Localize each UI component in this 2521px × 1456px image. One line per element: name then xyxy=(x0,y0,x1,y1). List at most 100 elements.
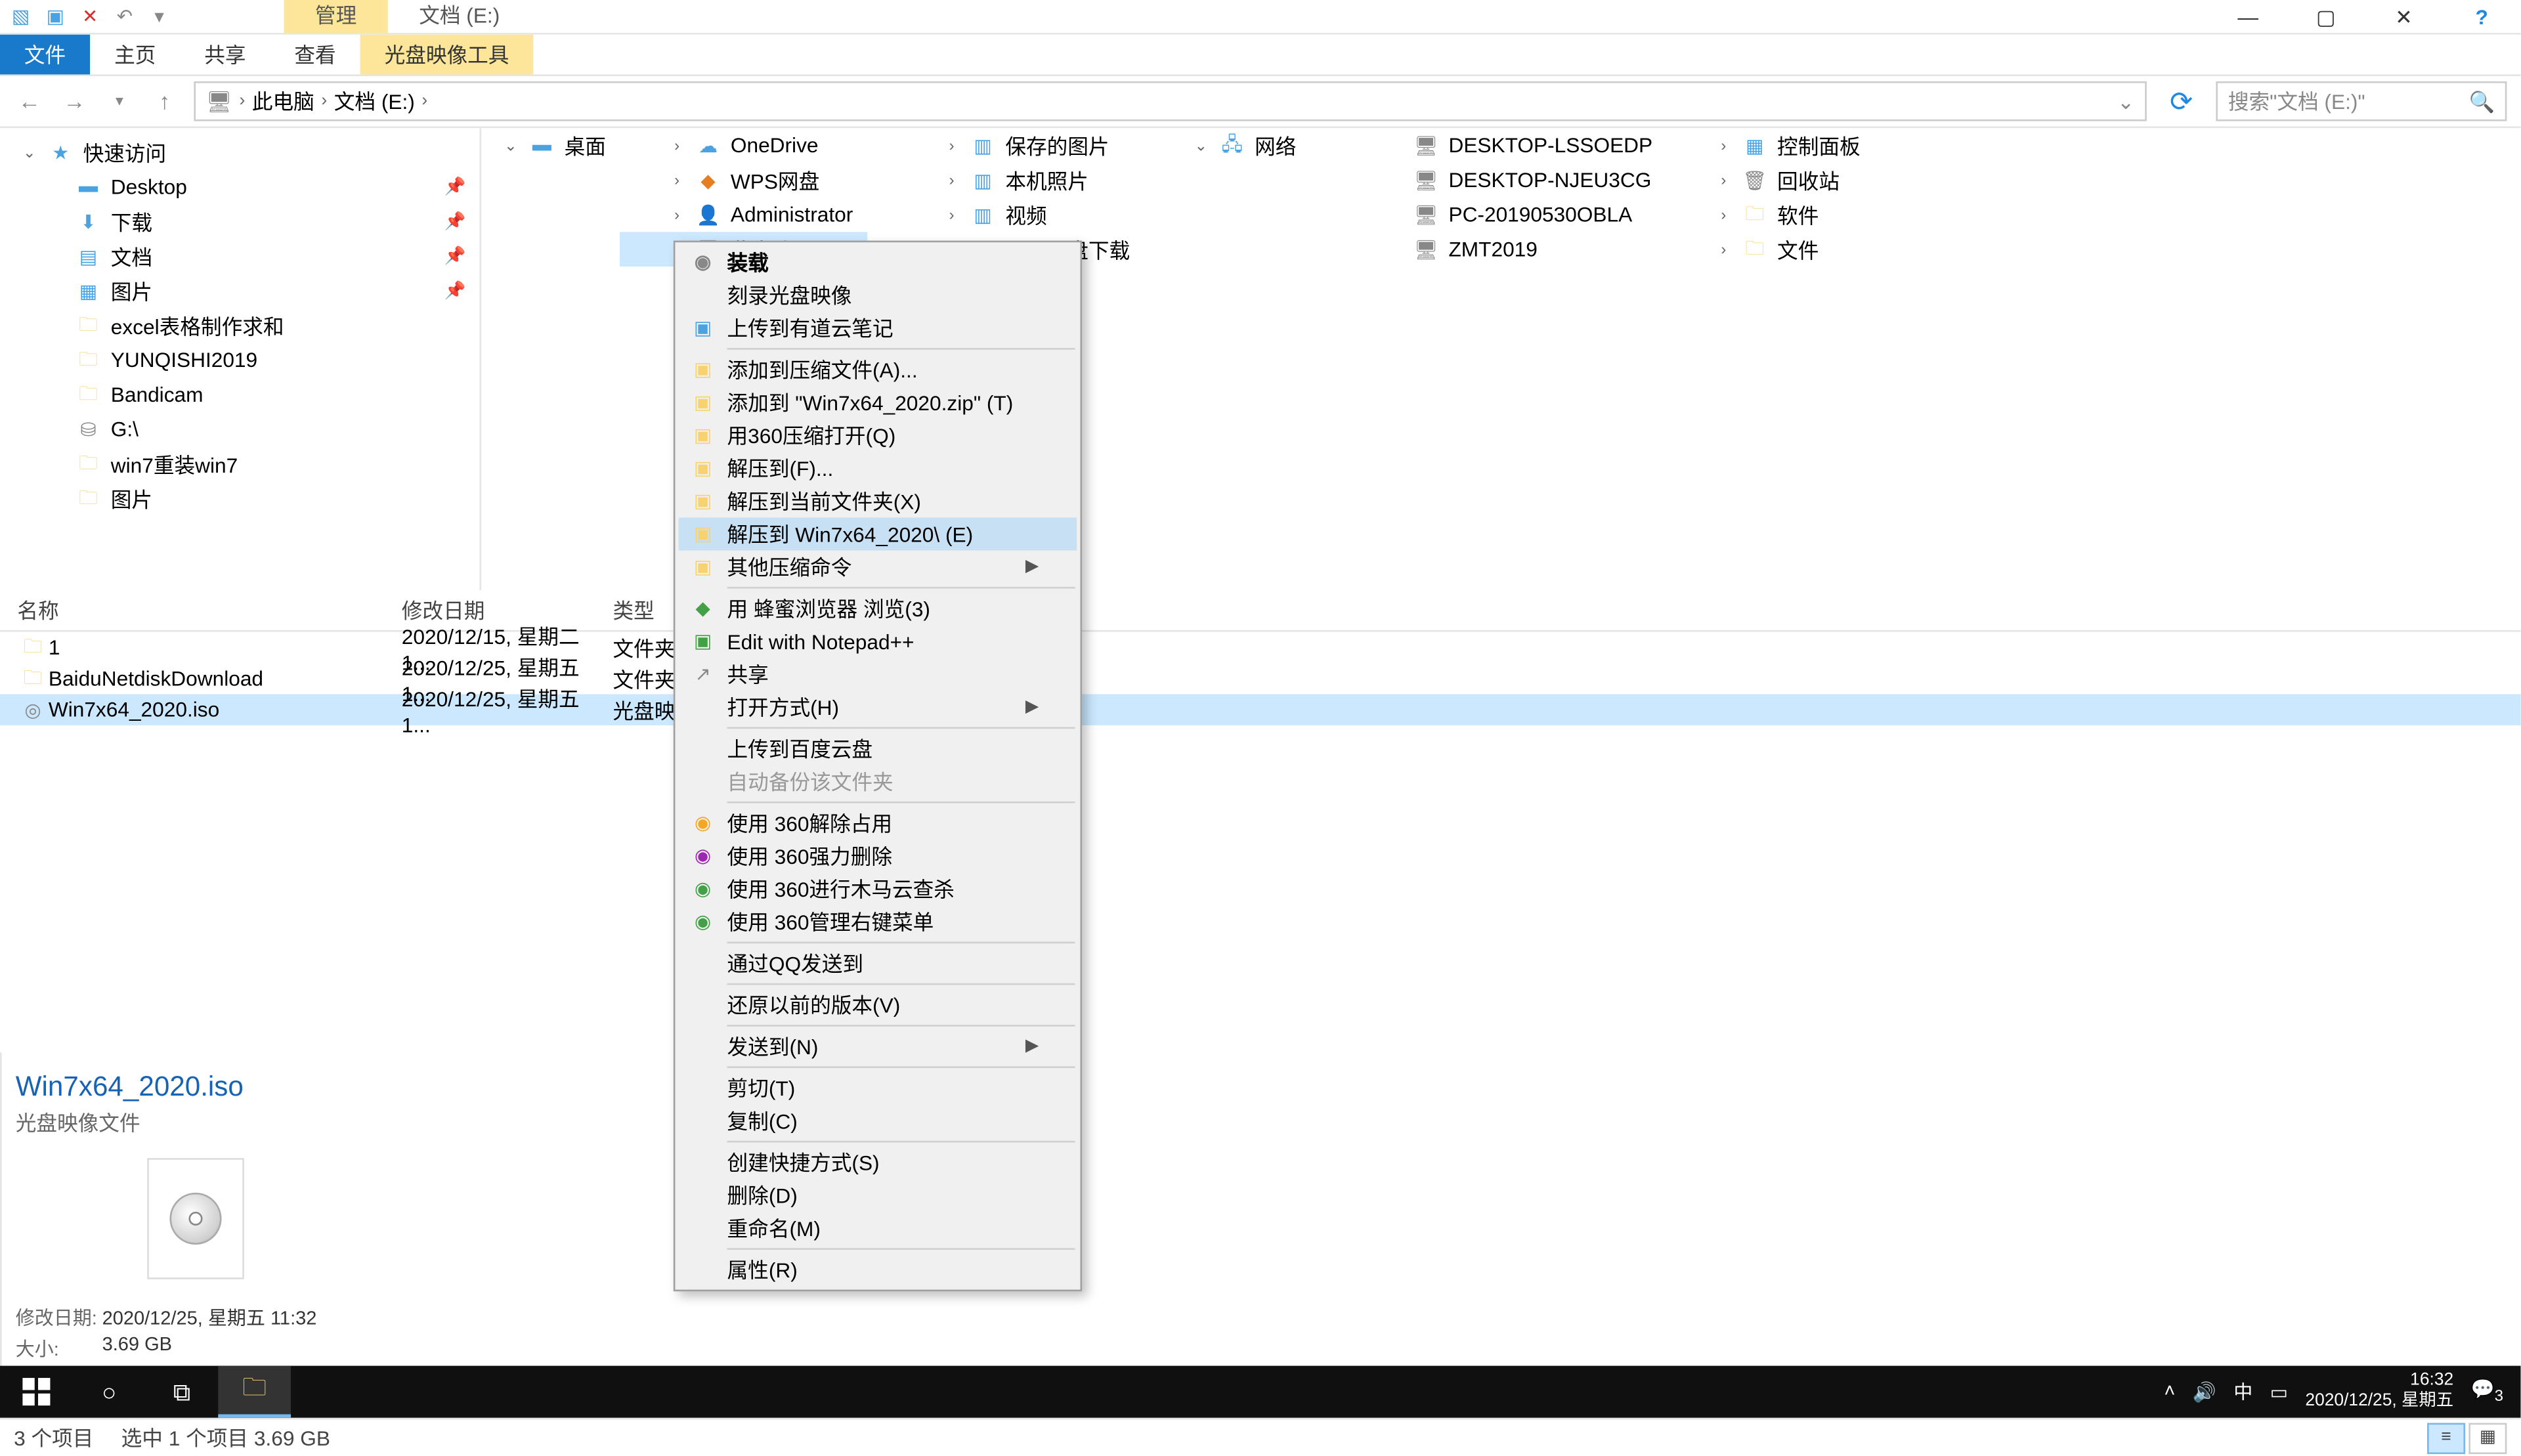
menu-item[interactable]: 还原以前的版本(V) xyxy=(679,989,1077,1021)
help-button[interactable]: ? xyxy=(2443,0,2521,35)
menu-item[interactable]: 删除(D) xyxy=(679,1179,1077,1212)
file-row[interactable]: 🗀 BaiduNetdiskDownload 2020/12/25, 星期五 1… xyxy=(0,663,2520,694)
menu-item[interactable]: ▣解压到当前文件夹(X) xyxy=(679,484,1077,517)
nav-item[interactable]: 🗀Bandicam xyxy=(0,377,479,412)
menu-item[interactable]: 发送到(N)▶ xyxy=(679,1030,1077,1063)
nav-item[interactable]: ›▥保存的图片 xyxy=(867,128,1144,163)
nav-item[interactable]: ›🗑回收站 xyxy=(1666,163,1874,198)
ribbon-tab-file[interactable]: 文件 xyxy=(0,35,90,75)
view-icons-button[interactable]: ▦ xyxy=(2468,1422,2507,1453)
nav-item[interactable]: 🗀图片 xyxy=(0,481,479,516)
nav-item[interactable]: ⛁G:\ xyxy=(0,412,479,447)
dropdown-icon[interactable]: ▾ xyxy=(146,3,173,30)
chevron-icon[interactable]: › xyxy=(668,171,685,188)
notification-icon[interactable]: ▭ xyxy=(2270,1381,2288,1403)
search-button[interactable]: ○ xyxy=(73,1366,146,1418)
menu-item[interactable]: 创建快捷方式(S) xyxy=(679,1146,1077,1179)
nav-item[interactable]: ›▥视频 xyxy=(867,198,1144,232)
chevron-icon[interactable]: › xyxy=(1715,137,1732,154)
nav-item[interactable]: ›◆WPS网盘 xyxy=(620,163,867,198)
ribbon-tab-view[interactable]: 查看 xyxy=(270,35,360,75)
nav-item[interactable]: ⬇下载📌 xyxy=(0,204,479,239)
up-button[interactable]: ↑ xyxy=(149,86,180,117)
menu-item[interactable]: ▣用360压缩打开(Q) xyxy=(679,419,1077,452)
file-list[interactable]: 🗀 1 2020/12/15, 星期二 1... 文件夹 🗀 BaiduNetd… xyxy=(0,632,2520,1053)
menu-item[interactable]: ▣添加到 "Win7x64_2020.zip" (T) xyxy=(679,386,1077,419)
chevron-right-icon[interactable]: › xyxy=(421,92,427,111)
nav-item[interactable]: ›🗀软件 xyxy=(1666,198,1874,232)
col-name[interactable]: 名称 xyxy=(17,595,401,625)
menu-item[interactable]: 复制(C) xyxy=(679,1104,1077,1137)
nav-item[interactable]: ▤文档📌 xyxy=(0,239,479,274)
search-icon[interactable]: 🔍 xyxy=(2468,89,2494,114)
forward-button[interactable]: → xyxy=(59,86,90,117)
menu-item[interactable]: 属性(R) xyxy=(679,1253,1077,1286)
menu-item[interactable]: ▣上传到有道云笔记 xyxy=(679,312,1077,345)
chevron-right-icon[interactable]: › xyxy=(240,92,246,111)
ribbon-tab-share[interactable]: 共享 xyxy=(180,35,270,75)
nav-item[interactable]: 🖥PC-20190530OBLA xyxy=(1310,198,1667,232)
menu-item[interactable]: 上传到百度云盘 xyxy=(679,732,1077,765)
refresh-button[interactable]: ⟳ xyxy=(2161,84,2202,119)
volume-icon[interactable]: 🔊 xyxy=(2193,1381,2216,1403)
view-details-button[interactable]: ≡ xyxy=(2427,1422,2465,1453)
explorer-taskbar-button[interactable]: 🗀 xyxy=(218,1366,291,1418)
nav-item[interactable]: ›🗀文件 xyxy=(1666,232,1874,267)
breadcrumb[interactable]: 🖥 › 此电脑 › 文档 (E:) › ⌄ xyxy=(194,81,2147,121)
menu-item[interactable]: ◉使用 360管理右键菜单 xyxy=(679,905,1077,938)
menu-item[interactable]: ◉使用 360进行木马云查杀 xyxy=(679,872,1077,905)
chevron-down-icon[interactable]: ⌄ xyxy=(502,136,519,155)
menu-item[interactable]: ▣Edit with Notepad++ xyxy=(679,625,1077,658)
chevron-icon[interactable]: › xyxy=(1715,206,1732,223)
chevron-icon[interactable]: › xyxy=(943,171,960,188)
crumb-drive-e[interactable]: 文档 (E:) xyxy=(334,87,415,116)
recent-dropdown[interactable]: ▾ xyxy=(104,86,135,117)
maximize-button[interactable]: ▢ xyxy=(2287,0,2365,35)
nav-item[interactable]: ›▦控制面板 xyxy=(1666,128,1874,163)
menu-item[interactable]: 刻录光盘映像 xyxy=(679,279,1077,312)
nav-network[interactable]: ⌄ 🖧 网络 xyxy=(1144,128,1310,163)
menu-item[interactable]: 通过QQ发送到 xyxy=(679,947,1077,979)
chevron-icon[interactable]: › xyxy=(943,206,960,223)
file-row[interactable]: 🗀 1 2020/12/15, 星期二 1... 文件夹 xyxy=(0,632,2520,663)
nav-item[interactable]: 🗀excel表格制作求和 xyxy=(0,308,479,343)
chevron-right-icon[interactable]: › xyxy=(321,92,327,111)
taskbar-clock[interactable]: 16:32 2020/12/25, 星期五 xyxy=(2305,1371,2453,1413)
nav-quick-access[interactable]: ⌄ ★ 快速访问 xyxy=(0,135,479,170)
menu-item[interactable]: ◉使用 360强力删除 xyxy=(679,840,1077,872)
chevron-icon[interactable]: › xyxy=(943,137,960,154)
menu-item[interactable]: 重命名(M) xyxy=(679,1212,1077,1245)
menu-item[interactable]: ▣解压到(F)... xyxy=(679,452,1077,484)
minimize-button[interactable]: ― xyxy=(2209,0,2287,35)
nav-item[interactable]: 🗀win7重装win7 xyxy=(0,446,479,481)
nav-desktop-root[interactable]: ⌄ ▬ 桌面 xyxy=(481,128,620,163)
menu-item[interactable]: ◉使用 360解除占用 xyxy=(679,807,1077,840)
ime-indicator[interactable]: 中 xyxy=(2233,1378,2252,1405)
menu-item[interactable]: 剪切(T) xyxy=(679,1071,1077,1104)
file-row[interactable]: ◎ Win7x64_2020.iso 2020/12/25, 星期五 1... … xyxy=(0,694,2520,725)
chevron-icon[interactable]: › xyxy=(668,137,685,154)
chevron-icon[interactable]: › xyxy=(668,206,685,223)
nav-item[interactable]: 🖥DESKTOP-LSSOEDP xyxy=(1310,128,1667,163)
chevron-down-icon[interactable]: ⌄ xyxy=(21,143,38,162)
nav-item[interactable]: 🖥DESKTOP-NJEU3CG xyxy=(1310,163,1667,198)
chevron-icon[interactable]: › xyxy=(1715,241,1732,258)
nav-item[interactable]: ›👤Administrator xyxy=(620,198,867,232)
chevron-icon[interactable]: › xyxy=(1715,171,1732,188)
crumb-this-pc[interactable]: 此电脑 xyxy=(252,87,314,116)
chevron-down-icon[interactable]: ⌄ xyxy=(1192,136,1209,155)
nav-item[interactable]: ›▥本机照片 xyxy=(867,163,1144,198)
delete-icon[interactable]: ✕ xyxy=(76,3,104,30)
menu-item[interactable]: ▣其他压缩命令▶ xyxy=(679,551,1077,584)
start-button[interactable] xyxy=(0,1366,73,1418)
ribbon-tab-home[interactable]: 主页 xyxy=(90,35,180,75)
menu-item[interactable]: ▣解压到 Win7x64_2020\ (E) xyxy=(679,517,1077,550)
search-input[interactable]: 搜索"文档 (E:)" 🔍 xyxy=(2216,81,2507,121)
menu-item[interactable]: ◉装载 xyxy=(679,246,1077,278)
nav-item[interactable]: 🗀YUNQISHI2019 xyxy=(0,343,479,377)
nav-item[interactable]: 🖥ZMT2019 xyxy=(1310,232,1667,267)
properties-icon[interactable]: ▣ xyxy=(41,3,69,30)
tray-chevron-icon[interactable]: ˄ xyxy=(2164,1381,2175,1402)
action-center-icon[interactable]: 💬3 xyxy=(2471,1379,2504,1405)
menu-item[interactable]: ▣添加到压缩文件(A)... xyxy=(679,353,1077,386)
